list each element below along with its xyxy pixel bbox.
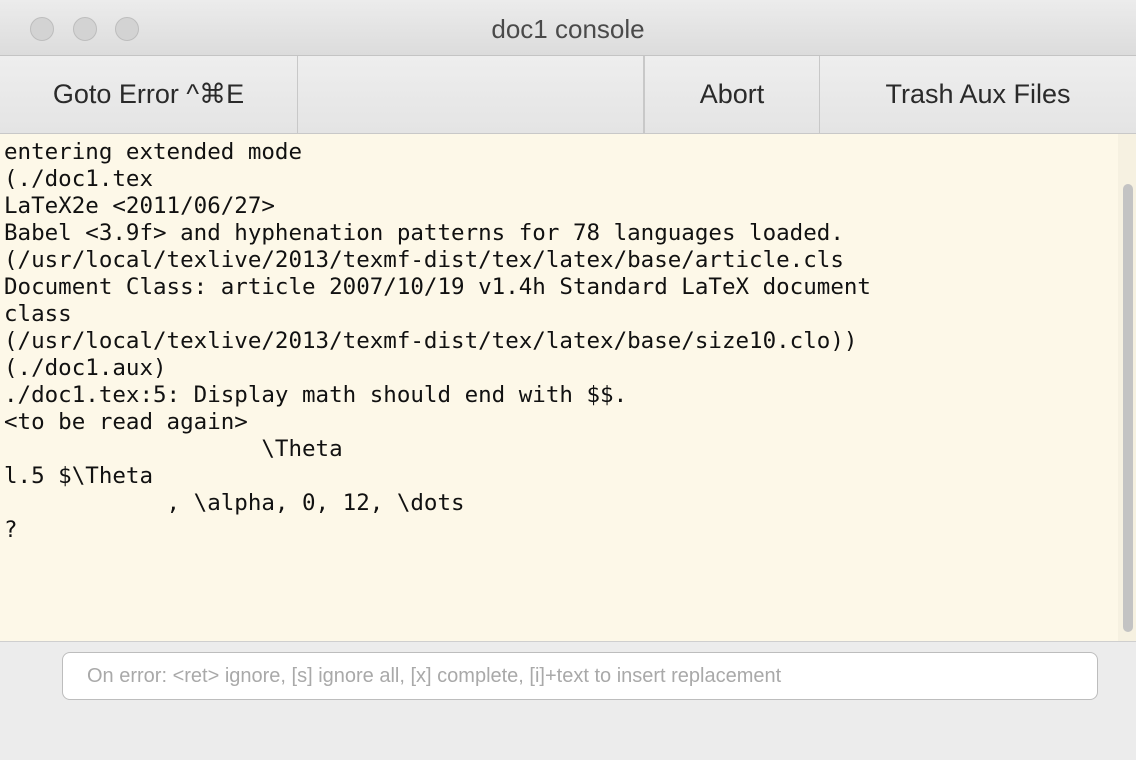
console-line: restricted \write18 enabled. <box>4 134 397 138</box>
console-line: class <box>4 301 72 327</box>
console-line: (/usr/local/texlive/2013/texmf-dist/tex/… <box>4 247 844 273</box>
console-line: (/usr/local/texlive/2013/texmf-dist/tex/… <box>4 328 858 354</box>
goto-error-button[interactable]: Goto Error ^⌘E <box>0 56 298 133</box>
console-line: <to be read again> <box>4 409 248 435</box>
console-line: LaTeX2e <2011/06/27> <box>4 193 275 219</box>
scrollbar-thumb[interactable] <box>1123 184 1133 632</box>
console-line: (./doc1.aux) <box>4 355 167 381</box>
console-line: \Theta <box>4 436 343 462</box>
window-title: doc1 console <box>491 14 645 44</box>
console-line: , \alpha, 0, 12, \dots <box>4 490 465 516</box>
console-line: Document Class: article 2007/10/19 v1.4h… <box>4 274 871 300</box>
console-output[interactable]: restricted \write18 enabled. entering ex… <box>0 134 1136 642</box>
title-bar[interactable]: doc1 console <box>0 0 1136 56</box>
input-area <box>0 642 1136 760</box>
console-line: (./doc1.tex <box>4 166 154 192</box>
console-line: ? <box>4 517 18 543</box>
error-response-input[interactable] <box>62 652 1098 700</box>
console-line: entering extended mode <box>4 139 303 165</box>
console-line: l.5 $\Theta <box>4 463 154 489</box>
console-line: ./doc1.tex:5: Display math should end wi… <box>4 382 628 408</box>
toolbar: Goto Error ^⌘E Abort Trash Aux Files <box>0 56 1136 134</box>
toolbar-spacer <box>298 56 644 133</box>
console-window: doc1 console Goto Error ^⌘E Abort Trash … <box>0 0 1136 760</box>
console-log-text: restricted \write18 enabled. entering ex… <box>0 134 871 544</box>
abort-button[interactable]: Abort <box>644 56 820 133</box>
console-line: Babel <3.9f> and hyphenation patterns fo… <box>4 220 844 246</box>
console-scrollbar[interactable] <box>1118 134 1136 641</box>
trash-aux-files-button[interactable]: Trash Aux Files <box>820 56 1136 133</box>
